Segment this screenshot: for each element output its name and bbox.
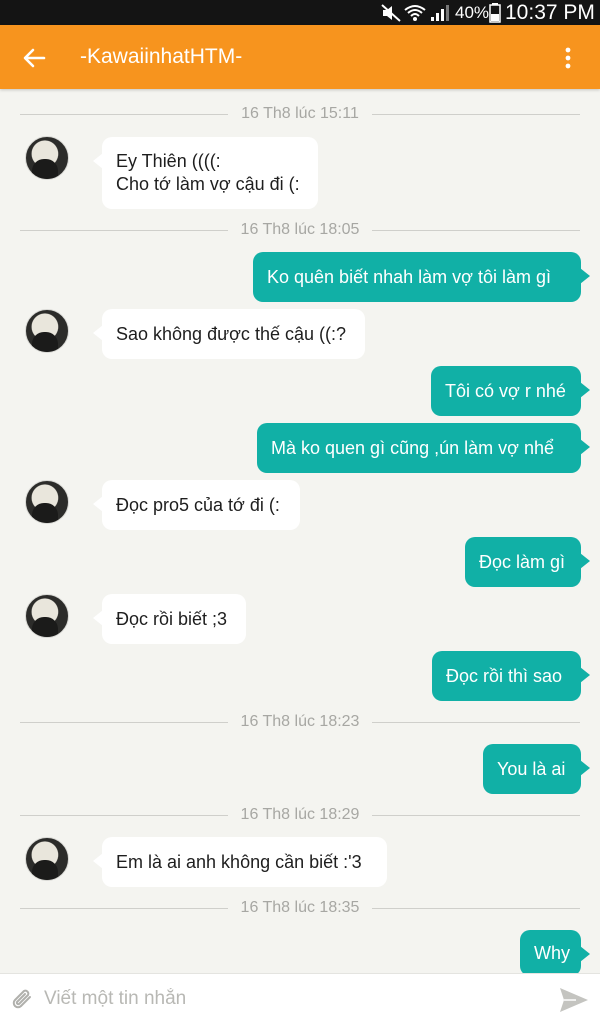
incoming-message[interactable]: Sao không được thế cậu ((:? bbox=[93, 309, 365, 359]
chat-header: -KawaiinhatHTM- bbox=[0, 25, 600, 89]
incoming-message[interactable]: Đọc pro5 của tớ đi (: bbox=[93, 480, 300, 530]
more-vert-icon[interactable] bbox=[556, 44, 580, 72]
message-text: Mà ko quen gì cũng ,ún làm vợ nhể bbox=[271, 437, 554, 458]
incoming-message[interactable]: Ey Thiên ((((: Cho tớ làm vợ cậu đi (: bbox=[93, 137, 318, 209]
message-text: Em là ai anh không cần biết :'3 bbox=[116, 851, 362, 872]
avatar[interactable] bbox=[25, 837, 69, 881]
date-separator: 16 Th8 lúc 18:35 bbox=[20, 898, 580, 918]
date-separator: 16 Th8 lúc 15:11 bbox=[20, 104, 580, 124]
avatar[interactable] bbox=[25, 480, 69, 524]
contact-name[interactable]: -KawaiinhatHTM- bbox=[80, 44, 242, 70]
paperclip-icon[interactable] bbox=[10, 987, 36, 1013]
arrow-left-icon[interactable] bbox=[20, 44, 48, 72]
outgoing-message[interactable]: Đọc rồi thì sao bbox=[432, 651, 590, 701]
message-text: Why bbox=[534, 942, 570, 963]
message-text: Ey Thiên ((((: bbox=[116, 151, 221, 171]
outgoing-message[interactable]: Mà ko quen gì cũng ,ún làm vợ nhể bbox=[257, 423, 590, 473]
message-text: Đọc làm gì bbox=[479, 551, 566, 572]
date-separator: 16 Th8 lúc 18:29 bbox=[20, 805, 580, 825]
outgoing-message[interactable]: Đọc làm gì bbox=[465, 537, 590, 587]
message-composer bbox=[0, 973, 600, 1024]
message-text: Sao không được thế cậu ((:? bbox=[116, 323, 346, 344]
message-text: Tôi có vợ r nhé bbox=[445, 380, 566, 401]
avatar[interactable] bbox=[25, 136, 69, 180]
message-input[interactable] bbox=[44, 984, 524, 1014]
battery-icon bbox=[489, 3, 501, 23]
send-icon[interactable] bbox=[558, 986, 590, 1014]
battery-percent: 40% bbox=[455, 3, 490, 22]
message-text: Ko quên biết nhah làm vợ tôi làm gì bbox=[267, 266, 551, 287]
message-text: Cho tớ làm vợ cậu đi (: bbox=[116, 174, 300, 194]
mute-icon bbox=[381, 4, 401, 22]
message-text: Đọc rồi biết ;3 bbox=[116, 608, 228, 629]
outgoing-message[interactable]: Tôi có vợ r nhé bbox=[431, 366, 590, 416]
outgoing-message[interactable]: Why bbox=[520, 930, 590, 976]
wifi-icon bbox=[404, 5, 426, 21]
date-separator: 16 Th8 lúc 18:05 bbox=[20, 220, 580, 240]
signal-icon bbox=[431, 5, 449, 21]
incoming-message[interactable]: Em là ai anh không cần biết :'3 bbox=[93, 837, 387, 887]
status-bar: 40% 10:37 PM bbox=[0, 0, 600, 25]
avatar[interactable] bbox=[25, 309, 69, 353]
outgoing-message[interactable]: Ko quên biết nhah làm vợ tôi làm gì bbox=[253, 252, 590, 302]
avatar[interactable] bbox=[25, 594, 69, 638]
incoming-message[interactable]: Đọc rồi biết ;3 bbox=[93, 594, 246, 644]
message-text: You là ai bbox=[497, 758, 566, 779]
message-text: Đọc pro5 của tớ đi (: bbox=[116, 494, 280, 515]
message-text: Đọc rồi thì sao bbox=[446, 665, 563, 686]
outgoing-message[interactable]: You là ai bbox=[483, 744, 590, 794]
clock: 10:37 PM bbox=[505, 1, 595, 24]
date-separator: 16 Th8 lúc 18:23 bbox=[20, 712, 580, 732]
